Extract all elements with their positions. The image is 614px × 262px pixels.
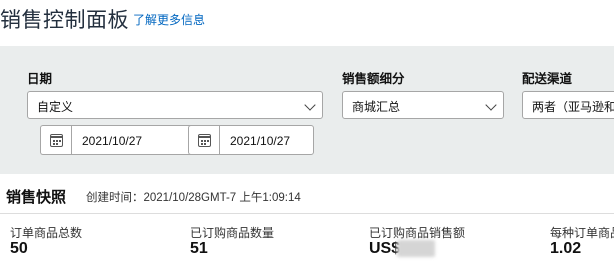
date-range-value: 自定义 <box>37 100 74 114</box>
sales-snapshot-title: 销售快照 <box>6 189 67 206</box>
breakdown-filter-label: 销售额细分 <box>342 72 405 86</box>
chevron-down-icon <box>485 99 497 111</box>
calendar-icon <box>197 134 211 147</box>
metric-value-total-order-items: 50 <box>10 240 28 257</box>
metric-label-total-order-items: 订单商品总数 <box>10 226 83 240</box>
learn-more-link[interactable]: 了解更多信息 <box>133 11 205 28</box>
sales-breakdown-value: 商城汇总 <box>352 100 401 114</box>
page-header: 销售控制面板 了解更多信息 <box>0 0 614 46</box>
start-date-calendar-button[interactable] <box>40 125 71 155</box>
metric-value-units-per-order-item: 1.02 <box>550 240 582 257</box>
fulfillment-channel-value: 两者（亚马逊和卖家） <box>532 100 614 114</box>
metric-label-units-ordered: 已订购商品数量 <box>190 226 275 240</box>
channel-filter-label: 配送渠道 <box>522 72 573 86</box>
date-range-select[interactable]: 自定义 <box>27 91 323 119</box>
date-filter-label: 日期 <box>27 72 53 86</box>
chevron-down-icon <box>304 99 316 111</box>
redacted-value <box>397 240 435 257</box>
metric-label-units-per-order-item: 每种订单商品 <box>550 226 614 240</box>
page-title: 销售控制面板 <box>0 9 129 32</box>
divider <box>0 213 614 214</box>
end-date-input[interactable]: 2021/10/27 <box>219 125 314 155</box>
snapshot-created-time: 创建时间：2021/10/28GMT-7 上午1:09:14 <box>86 192 301 204</box>
metric-value-units-ordered: 51 <box>190 240 208 257</box>
fulfillment-channel-select[interactable]: 两者（亚马逊和卖家） <box>522 91 614 119</box>
start-date-input[interactable]: 2021/10/27 <box>71 125 195 155</box>
filter-panel: 日期 自定义 销售额细分 商城汇总 配送渠道 两者（亚马逊和卖家） 2021/1… <box>0 46 614 174</box>
metric-label-ordered-product-sales: 已订购商品销售额 <box>369 226 466 240</box>
metric-value-ordered-product-sales: US$ <box>369 240 401 257</box>
calendar-icon <box>49 134 63 147</box>
end-date-calendar-button[interactable] <box>188 125 219 155</box>
sales-breakdown-select[interactable]: 商城汇总 <box>342 91 504 119</box>
